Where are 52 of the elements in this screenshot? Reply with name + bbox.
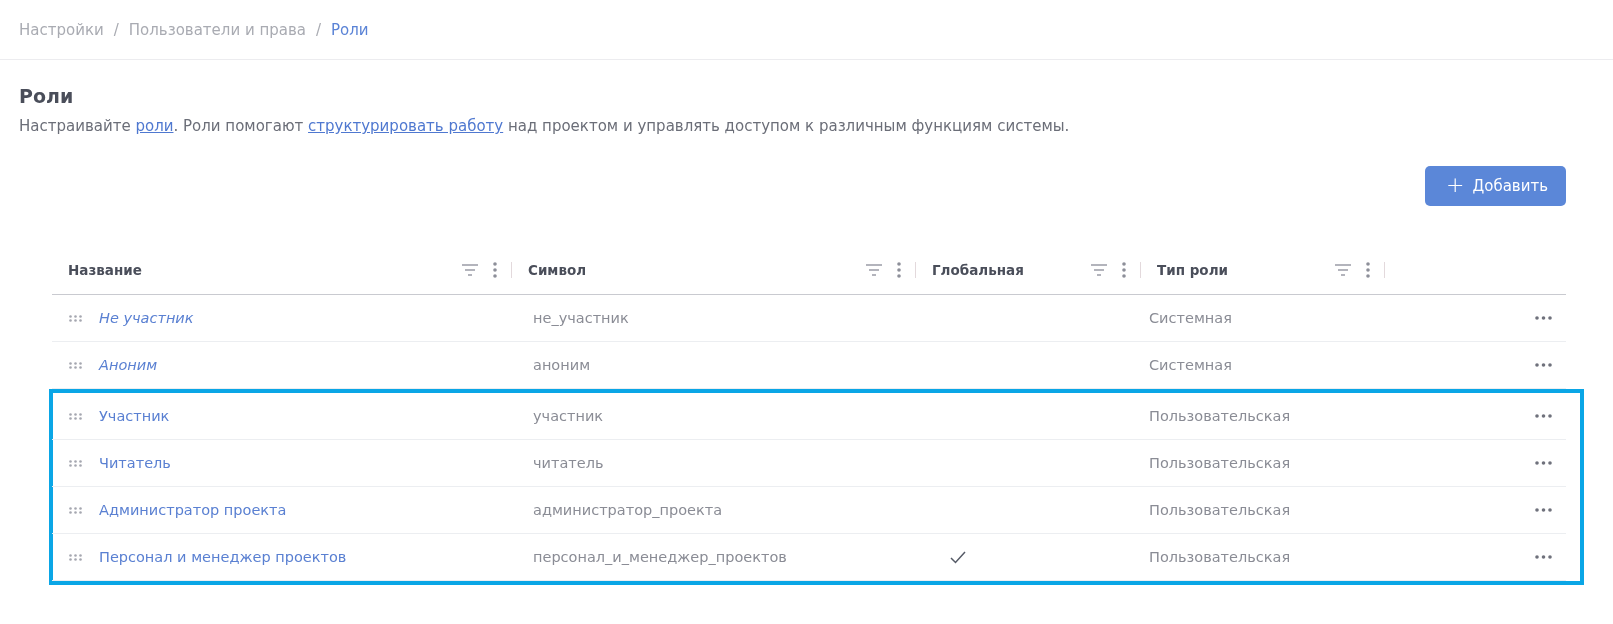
table-cell: участник	[533, 408, 604, 424]
text-link[interactable]: роли	[135, 117, 174, 135]
role-name-link[interactable]: Участник	[99, 408, 170, 424]
more-horizontal-icon[interactable]	[1535, 316, 1552, 320]
page-description: Настраивайте роли. Роли помогают структурировать работу над проектом и управлять доступом к различным функциям системы.	[19, 116, 1071, 136]
filter-icon[interactable]	[461, 264, 479, 276]
table-cell: читатель	[533, 455, 604, 471]
role-name-link[interactable]: Не участник	[99, 310, 194, 326]
table-cell: Пользовательская	[1149, 549, 1291, 565]
more-horizontal-icon[interactable]	[1535, 363, 1552, 367]
filter-icon[interactable]	[1334, 264, 1352, 276]
drag-handle-icon[interactable]	[69, 553, 82, 561]
drag-handle-icon[interactable]	[69, 412, 82, 420]
drag-handle-icon[interactable]	[69, 361, 82, 369]
role-name-link[interactable]: Читатель	[99, 455, 171, 471]
role-name-link[interactable]: Аноним	[99, 357, 158, 373]
table-cell: Пользовательская	[1149, 408, 1291, 424]
breadcrumb-link[interactable]: Пользователи и права	[128, 20, 306, 39]
table-cell: администратор_проекта	[533, 502, 723, 518]
filter-icon[interactable]	[865, 264, 883, 276]
role-name-link[interactable]: Персонал и менеджер проектов	[99, 549, 347, 565]
column-header: Название	[68, 262, 143, 278]
column-header: Тип роли	[1157, 262, 1229, 278]
drag-handle-icon[interactable]	[69, 459, 82, 467]
breadcrumb-separator: /	[316, 20, 322, 39]
more-vertical-icon[interactable]	[493, 262, 497, 278]
column-header: Глобальная	[932, 262, 1025, 278]
drag-handle-icon[interactable]	[69, 506, 82, 514]
filter-icon[interactable]	[1090, 264, 1108, 276]
table-cell: Пользовательская	[1149, 502, 1291, 518]
more-vertical-icon[interactable]	[1366, 262, 1370, 278]
page-title: Роли	[19, 84, 75, 109]
table-cell: Системная	[1149, 357, 1232, 373]
more-horizontal-icon[interactable]	[1535, 461, 1552, 465]
table-cell: персонал_и_менеджер_проектов	[533, 549, 787, 565]
more-horizontal-icon[interactable]	[1535, 555, 1552, 559]
more-horizontal-icon[interactable]	[1535, 508, 1552, 512]
table-cell: не_участник	[533, 310, 629, 326]
table-cell: Системная	[1149, 310, 1232, 326]
breadcrumb-link[interactable]: Роли	[331, 20, 369, 39]
add-button[interactable]: + Добавить	[1425, 166, 1566, 206]
more-vertical-icon[interactable]	[897, 262, 901, 278]
breadcrumb-link[interactable]: Настройки	[19, 20, 104, 39]
table-cell: Пользовательская	[1149, 455, 1291, 471]
text-link[interactable]: структурировать работу	[308, 117, 504, 135]
more-vertical-icon[interactable]	[1122, 262, 1126, 278]
role-name-link[interactable]: Администратор проекта	[99, 502, 287, 518]
column-header: Символ	[528, 262, 588, 278]
table-cell: аноним	[533, 357, 591, 373]
drag-handle-icon[interactable]	[69, 314, 82, 322]
more-horizontal-icon[interactable]	[1535, 414, 1552, 418]
breadcrumb-separator: /	[113, 20, 119, 39]
